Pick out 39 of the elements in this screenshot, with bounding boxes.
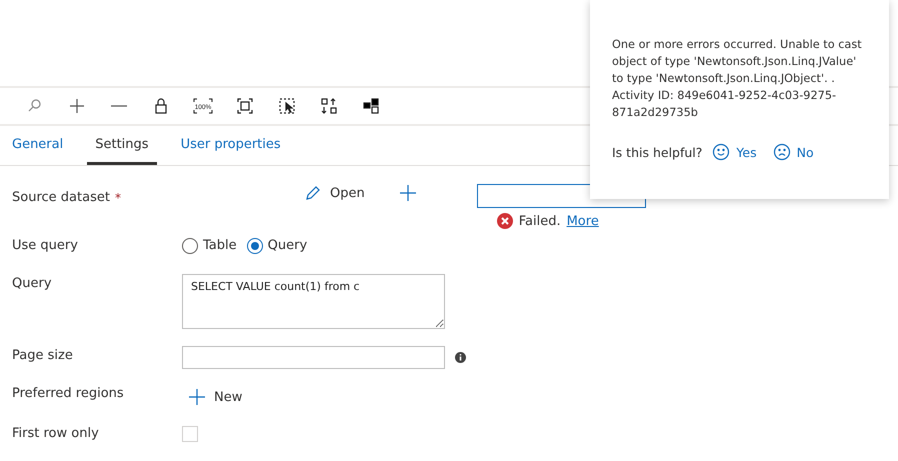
tab[interactable]: User properties [172,126,289,165]
radio-button[interactable] [246,238,263,254]
frown-icon [772,143,791,161]
no-button[interactable]: No [772,143,814,161]
plus-icon [398,184,417,202]
status-text: Failed. [518,214,561,228]
error-icon [496,213,513,229]
radio-option[interactable]: Table [182,236,237,256]
new-button[interactable]: New [188,388,242,406]
plus-icon [188,388,206,406]
pencil-icon [304,184,322,202]
more-link[interactable]: More [566,214,599,228]
field-label: Preferred regions [12,385,124,403]
error-message: One or more errors occurred. Unable to cast object of type 'Newtonsoft.Json.Linq.JValue' to type 'Newtonsoft.Json.Linq.JObject'. . Activity ID: 849e6041-9252-4c03-9275-871a2d29735b [612,37,863,121]
tab[interactable]: General [4,126,72,165]
radio-button[interactable] [182,238,198,254]
field-label: First row only [12,425,99,443]
checkbox[interactable] [182,426,198,442]
helpful-prompt: Is this helpful? [612,144,702,160]
required-mark: * [114,190,121,207]
yes-button[interactable]: Yes [712,143,757,161]
page-size-field[interactable] [182,346,445,369]
query-field[interactable]: SELECT VALUE count(1) from c [182,274,445,329]
field-label: Source dataset [12,189,110,207]
open-button[interactable]: Open [304,184,365,202]
blocks-icon [362,97,380,115]
plus-icon [68,97,86,115]
info-icon [455,352,466,363]
new-button[interactable] [398,184,417,202]
fit-to-screen-icon [236,97,254,115]
field-label: Use query [12,237,78,255]
field-label: Page size [12,347,73,365]
field-label: Query [12,275,52,293]
tab[interactable]: Settings [87,126,157,165]
smile-icon [712,143,730,161]
minus-icon [111,105,127,107]
rearrange-icon [320,97,338,115]
selection-cursor-icon [278,97,296,115]
radio-option[interactable]: Query [246,236,308,256]
